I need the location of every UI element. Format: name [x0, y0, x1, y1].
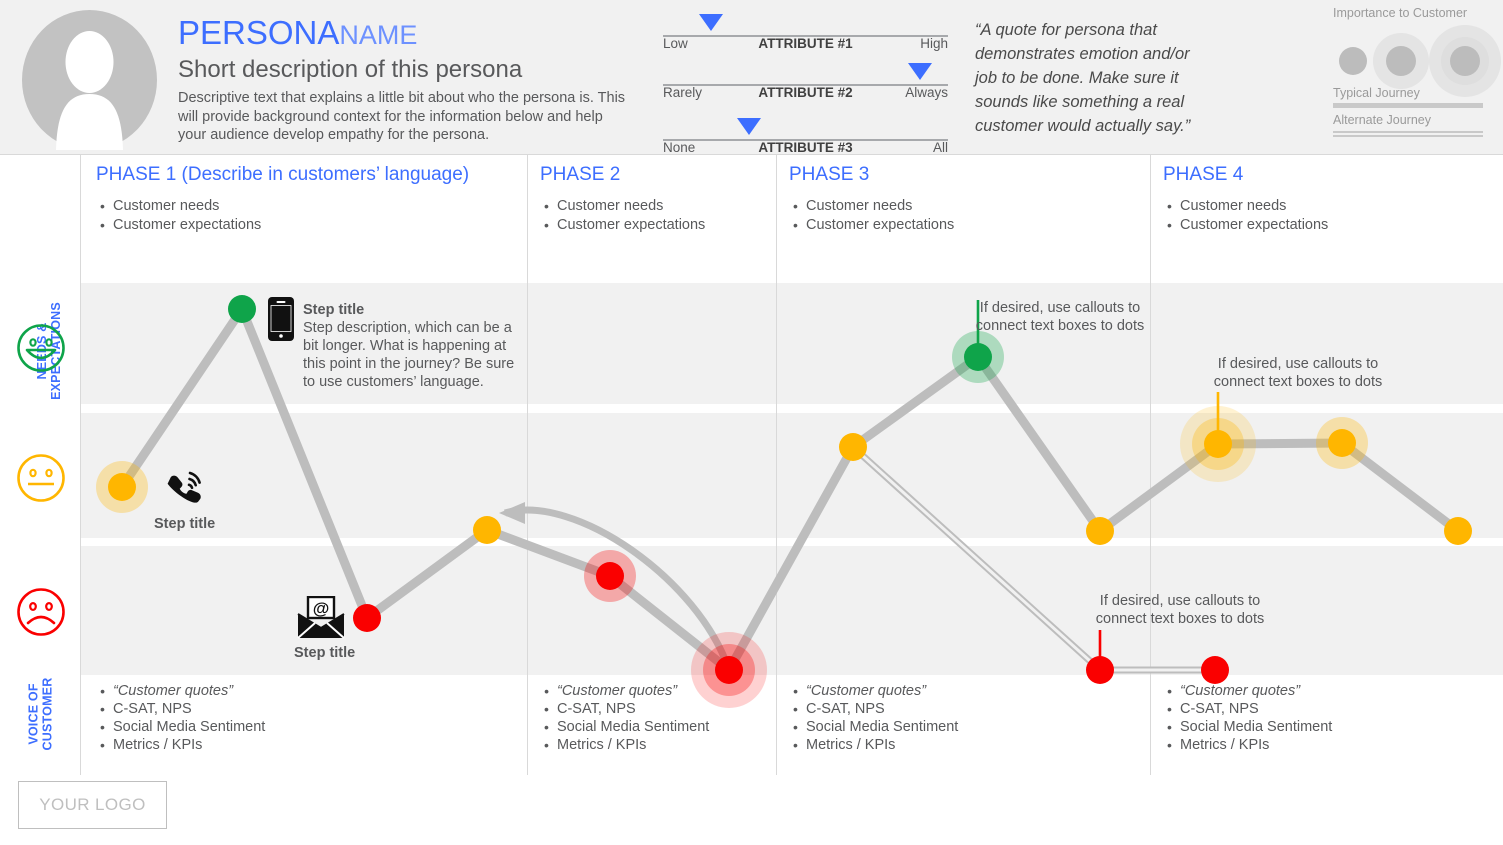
phase-title: PHASE 4 — [1163, 164, 1244, 185]
list-item: “Customer quotes” — [1167, 682, 1332, 700]
list-item: Customer needs — [793, 197, 954, 216]
slider-name: ATTRIBUTE #3 — [758, 140, 853, 155]
step-label-email: Step title — [294, 645, 356, 661]
column-divider-1 — [527, 155, 528, 775]
page-title: PERSONANAME — [178, 14, 417, 54]
persona-description: Descriptive text that explains a little … — [178, 90, 626, 143]
list-item: C-SAT, NPS — [793, 700, 958, 718]
phase-title: PHASE 1 (Describe in customers’ language… — [96, 164, 470, 185]
list-item: Customer needs — [544, 197, 705, 216]
persona-title-strong: PERSONA — [178, 14, 340, 51]
rail-voice-text: VOICE OF CUSTOMER — [26, 677, 54, 751]
voice-list-3: “Customer quotes” C-SAT, NPS Social Medi… — [789, 682, 958, 754]
phase-header-3: PHASE 3 Customer needs Customer expectat… — [789, 163, 954, 234]
slider-marker[interactable] — [907, 63, 932, 80]
step-title: Step title — [303, 302, 365, 318]
legend-importance-label: Importance to Customer — [1333, 6, 1468, 20]
alternate-journey-swatch — [1333, 131, 1483, 137]
list-item: Customer expectations — [793, 216, 954, 235]
phase-needs-list: Customer needs Customer expectations — [540, 197, 705, 234]
slider-name: ATTRIBUTE #1 — [758, 36, 853, 51]
persona-title-light: NAME — [339, 20, 418, 50]
legend-alternate-label: Alternate Journey — [1333, 113, 1431, 127]
persona-subtitle: Short description of this persona — [178, 56, 523, 83]
list-item: Metrics / KPIs — [100, 736, 265, 754]
phase-header-4: PHASE 4 Customer needs Customer expectat… — [1163, 163, 1328, 234]
legend: Importance to Customer Typical Journey A… — [1333, 5, 1501, 153]
persona-header: PERSONANAME Short description of this pe… — [0, 0, 1503, 155]
step-box-mobile: Step title Step description, which can b… — [303, 301, 523, 391]
phase-title: PHASE 2 — [540, 164, 621, 185]
typical-journey-swatch — [1333, 103, 1483, 108]
callout-text-green: If desired, use callouts to connect text… — [975, 300, 1145, 334]
list-item: Social Media Sentiment — [544, 718, 709, 736]
list-item: “Customer quotes” — [544, 682, 709, 700]
neutral-face-icon — [16, 453, 66, 503]
list-item: “Customer quotes” — [100, 682, 265, 700]
phase-title: PHASE 3 — [789, 164, 870, 185]
callout-text-yellow: If desired, use callouts to connect text… — [1213, 356, 1383, 390]
list-item: Customer needs — [1167, 197, 1328, 216]
list-item: “Customer quotes” — [793, 682, 958, 700]
persona-quote: “A quote for persona that demonstrates e… — [975, 21, 1191, 135]
attribute-slider-3[interactable]: None ATTRIBUTE #3 All — [663, 112, 948, 157]
slider-right-label: All — [932, 140, 948, 155]
importance-legend-circles — [1333, 25, 1501, 97]
slider-marker[interactable] — [699, 14, 724, 31]
slider-marker[interactable] — [736, 118, 761, 135]
list-item: Customer expectations — [1167, 216, 1328, 235]
list-item: C-SAT, NPS — [544, 700, 709, 718]
column-divider-2 — [776, 155, 777, 775]
band-neutral — [80, 413, 1503, 538]
list-item: Social Media Sentiment — [793, 718, 958, 736]
list-item: Metrics / KPIs — [544, 736, 709, 754]
phase-needs-list: Customer needs Customer expectations — [789, 197, 954, 234]
list-item: Customer needs — [100, 197, 469, 216]
ringing-phone-icon — [160, 465, 208, 518]
voice-list-2: “Customer quotes” C-SAT, NPS Social Medi… — [540, 682, 709, 754]
list-item: Customer expectations — [100, 216, 469, 235]
phase-needs-list: Customer needs Customer expectations — [96, 197, 469, 234]
voice-list-4: “Customer quotes” C-SAT, NPS Social Medi… — [1163, 682, 1332, 754]
step-description: Step description, which can be a bit lon… — [303, 320, 515, 390]
sad-face-icon — [16, 587, 66, 637]
list-item: Social Media Sentiment — [1167, 718, 1332, 736]
person-silhouette-icon — [56, 31, 123, 150]
svg-text:@: @ — [313, 599, 330, 618]
list-item: Customer expectations — [544, 216, 705, 235]
phase-needs-list: Customer needs Customer expectations — [1163, 197, 1328, 234]
attribute-slider-2[interactable]: Rarely ATTRIBUTE #2 Always — [663, 57, 948, 102]
list-item: Metrics / KPIs — [793, 736, 958, 754]
email-at-icon: @ — [296, 595, 346, 645]
list-item: C-SAT, NPS — [1167, 700, 1332, 718]
list-item: C-SAT, NPS — [100, 700, 265, 718]
legend-alternate-journey: Alternate Journey — [1333, 112, 1493, 137]
rail-label-voice: VOICE OF CUSTOMER — [0, 678, 80, 751]
slider-right-label: Always — [905, 85, 948, 100]
phase-header-1: PHASE 1 (Describe in customers’ language… — [96, 163, 469, 234]
attribute-slider-1[interactable]: Low ATTRIBUTE #1 High — [663, 8, 948, 53]
journey-board: PHASE 1 (Describe in customers’ language… — [80, 155, 1503, 775]
happy-face-icon — [16, 323, 66, 373]
list-item: Metrics / KPIs — [1167, 736, 1332, 754]
column-divider-3 — [1150, 155, 1151, 775]
callout-text-red: If desired, use callouts to connect text… — [1095, 593, 1265, 627]
smartphone-icon — [267, 296, 295, 347]
logo-label: YOUR LOGO — [39, 795, 146, 814]
logo-placeholder: YOUR LOGO — [18, 781, 167, 829]
voice-list-1: “Customer quotes” C-SAT, NPS Social Medi… — [96, 682, 265, 754]
avatar — [22, 10, 157, 150]
step-label-phone: Step title — [154, 516, 216, 532]
attribute-sliders: Low ATTRIBUTE #1 High Rarely ATTRIBUTE #… — [663, 8, 948, 155]
list-item: Social Media Sentiment — [100, 718, 265, 736]
phase-header-2: PHASE 2 Customer needs Customer expectat… — [540, 163, 705, 234]
sidebar-rail: NEEDS & EXPECTATIONS VOICE OF CUSTOMER — [0, 155, 80, 775]
column-divider-0 — [80, 155, 81, 775]
slider-right-label: High — [920, 36, 948, 51]
